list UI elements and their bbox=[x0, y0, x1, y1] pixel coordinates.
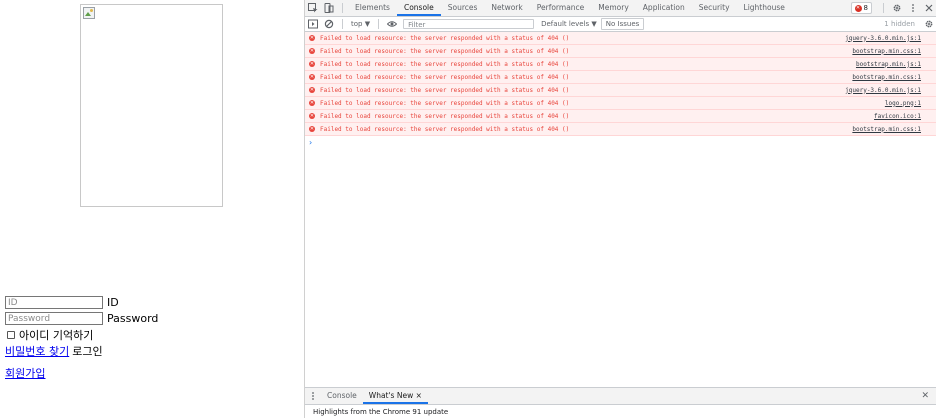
settings-gear-icon[interactable] bbox=[889, 0, 905, 16]
console-error-row: ✕ Failed to load resource: the server re… bbox=[305, 97, 936, 110]
password-label: Password bbox=[107, 312, 159, 325]
error-message: Failed to load resource: the server resp… bbox=[320, 125, 570, 133]
clear-console-icon[interactable] bbox=[321, 16, 337, 32]
source-link[interactable]: jquery-3.6.0.min.js:1 bbox=[845, 87, 921, 94]
drawer-menu-icon[interactable] bbox=[305, 388, 321, 404]
broken-image-icon bbox=[83, 7, 95, 19]
login-button[interactable]: 로그인 bbox=[72, 343, 102, 359]
sidebar-toggle-icon[interactable] bbox=[305, 16, 321, 32]
drawer-tab-whats-new[interactable]: What's New × bbox=[362, 388, 428, 404]
console-error-row: ✕ Failed to load resource: the server re… bbox=[305, 71, 936, 84]
console-output: ✕ Failed to load resource: the server re… bbox=[305, 32, 936, 148]
console-prompt[interactable]: › bbox=[305, 136, 936, 148]
error-message: Failed to load resource: the server resp… bbox=[320, 86, 570, 94]
console-error-row: ✕ Failed to load resource: the server re… bbox=[305, 84, 936, 97]
error-count-badge[interactable]: ✕ 8 bbox=[850, 2, 872, 14]
error-count: 8 bbox=[863, 4, 868, 12]
id-label: ID bbox=[107, 296, 119, 309]
console-error-row: ✕ Failed to load resource: the server re… bbox=[305, 32, 936, 45]
error-message: Failed to load resource: the server resp… bbox=[320, 73, 570, 81]
error-icon: ✕ bbox=[309, 100, 315, 106]
error-message: Failed to load resource: the server resp… bbox=[320, 99, 570, 107]
tab-security[interactable]: Security bbox=[692, 0, 737, 16]
error-icon: ✕ bbox=[309, 48, 315, 54]
live-expression-eye-icon[interactable] bbox=[384, 16, 400, 32]
console-settings-gear-icon[interactable] bbox=[921, 16, 936, 32]
console-filter-input[interactable]: Filter bbox=[403, 19, 535, 29]
source-link[interactable]: bootstrap.min.css:1 bbox=[852, 74, 921, 81]
devtools-panel: Elements Console Sources Network Perform… bbox=[304, 0, 936, 419]
drawer-tab-whats-new-label: What's New bbox=[368, 391, 414, 400]
close-drawer-icon[interactable]: ✕ bbox=[921, 391, 929, 401]
more-options-icon[interactable] bbox=[905, 0, 921, 16]
devtools-tabbar: Elements Console Sources Network Perform… bbox=[305, 0, 936, 17]
source-link[interactable]: favicon.ico:1 bbox=[874, 113, 921, 120]
source-link[interactable]: bootstrap.min.css:1 bbox=[852, 126, 921, 133]
tabbar-right-controls: ✕ 8 bbox=[850, 0, 936, 16]
console-toolbar: top ▼ Filter Default levels ▼ No Issues … bbox=[305, 17, 936, 32]
tab-lighthouse[interactable]: Lighthouse bbox=[737, 0, 792, 16]
source-link[interactable]: logo.png:1 bbox=[885, 100, 921, 107]
drawer-tabbar: Console What's New × ✕ bbox=[305, 388, 936, 405]
drawer-tab-console[interactable]: Console bbox=[321, 388, 363, 404]
password-input[interactable] bbox=[5, 312, 103, 325]
whats-new-text: Highlights from the Chrome 91 update bbox=[313, 408, 449, 416]
console-error-row: ✕ Failed to load resource: the server re… bbox=[305, 45, 936, 58]
error-icon: ✕ bbox=[309, 113, 315, 119]
toolbar-divider bbox=[883, 3, 884, 13]
error-icon: ✕ bbox=[309, 126, 315, 132]
remember-id-checkbox[interactable] bbox=[7, 330, 15, 339]
error-icon: ✕ bbox=[309, 74, 315, 80]
hidden-count: 1 hidden bbox=[884, 20, 915, 28]
web-page: ID Password 아이디 기억하기 비밀번호 찾기 로그인 회원가입 bbox=[0, 0, 304, 418]
error-icon: ✕ bbox=[309, 35, 315, 41]
tab-performance[interactable]: Performance bbox=[530, 0, 592, 16]
find-password-link[interactable]: 비밀번호 찾기 bbox=[5, 343, 69, 359]
toolbar-divider bbox=[342, 3, 343, 13]
device-toolbar-icon[interactable] bbox=[321, 0, 337, 16]
close-tab-icon[interactable]: × bbox=[416, 391, 422, 400]
error-message: Failed to load resource: the server resp… bbox=[320, 112, 570, 120]
toolbar-divider bbox=[342, 19, 343, 29]
tab-elements[interactable]: Elements bbox=[348, 0, 397, 16]
tab-console[interactable]: Console bbox=[396, 0, 441, 16]
inspect-element-icon[interactable] bbox=[305, 0, 321, 16]
devtools-drawer: Console What's New × ✕ Highlights from t… bbox=[305, 387, 936, 419]
source-link[interactable]: bootstrap.min.js:1 bbox=[856, 61, 921, 68]
console-error-row: ✕ Failed to load resource: the server re… bbox=[305, 110, 936, 123]
error-message: Failed to load resource: the server resp… bbox=[320, 34, 570, 42]
console-error-row: ✕ Failed to load resource: the server re… bbox=[305, 123, 936, 136]
source-link[interactable]: jquery-3.6.0.min.js:1 bbox=[845, 35, 921, 42]
context-selector[interactable]: top ▼ bbox=[351, 20, 370, 28]
tab-network[interactable]: Network bbox=[484, 0, 529, 16]
issues-button[interactable]: No Issues bbox=[600, 18, 645, 30]
tab-sources[interactable]: Sources bbox=[441, 0, 485, 16]
id-input[interactable] bbox=[5, 296, 103, 309]
logo-image-broken bbox=[80, 4, 223, 207]
error-icon: ✕ bbox=[309, 87, 315, 93]
login-form: ID Password 아이디 기억하기 비밀번호 찾기 로그인 회원가입 bbox=[5, 295, 158, 381]
error-icon: ✕ bbox=[854, 4, 862, 12]
remember-id-label: 아이디 기억하기 bbox=[19, 328, 94, 342]
source-link[interactable]: bootstrap.min.css:1 bbox=[852, 48, 921, 55]
tab-memory[interactable]: Memory bbox=[591, 0, 636, 16]
console-error-row: ✕ Failed to load resource: the server re… bbox=[305, 58, 936, 71]
close-devtools-icon[interactable] bbox=[921, 0, 936, 16]
error-message: Failed to load resource: the server resp… bbox=[320, 47, 570, 55]
log-levels-dropdown[interactable]: Default levels ▼ bbox=[541, 20, 597, 28]
tab-application[interactable]: Application bbox=[636, 0, 692, 16]
toolbar-divider bbox=[378, 19, 380, 29]
error-message: Failed to load resource: the server resp… bbox=[320, 60, 570, 68]
signup-link[interactable]: 회원가입 bbox=[5, 365, 45, 381]
error-icon: ✕ bbox=[309, 61, 315, 67]
